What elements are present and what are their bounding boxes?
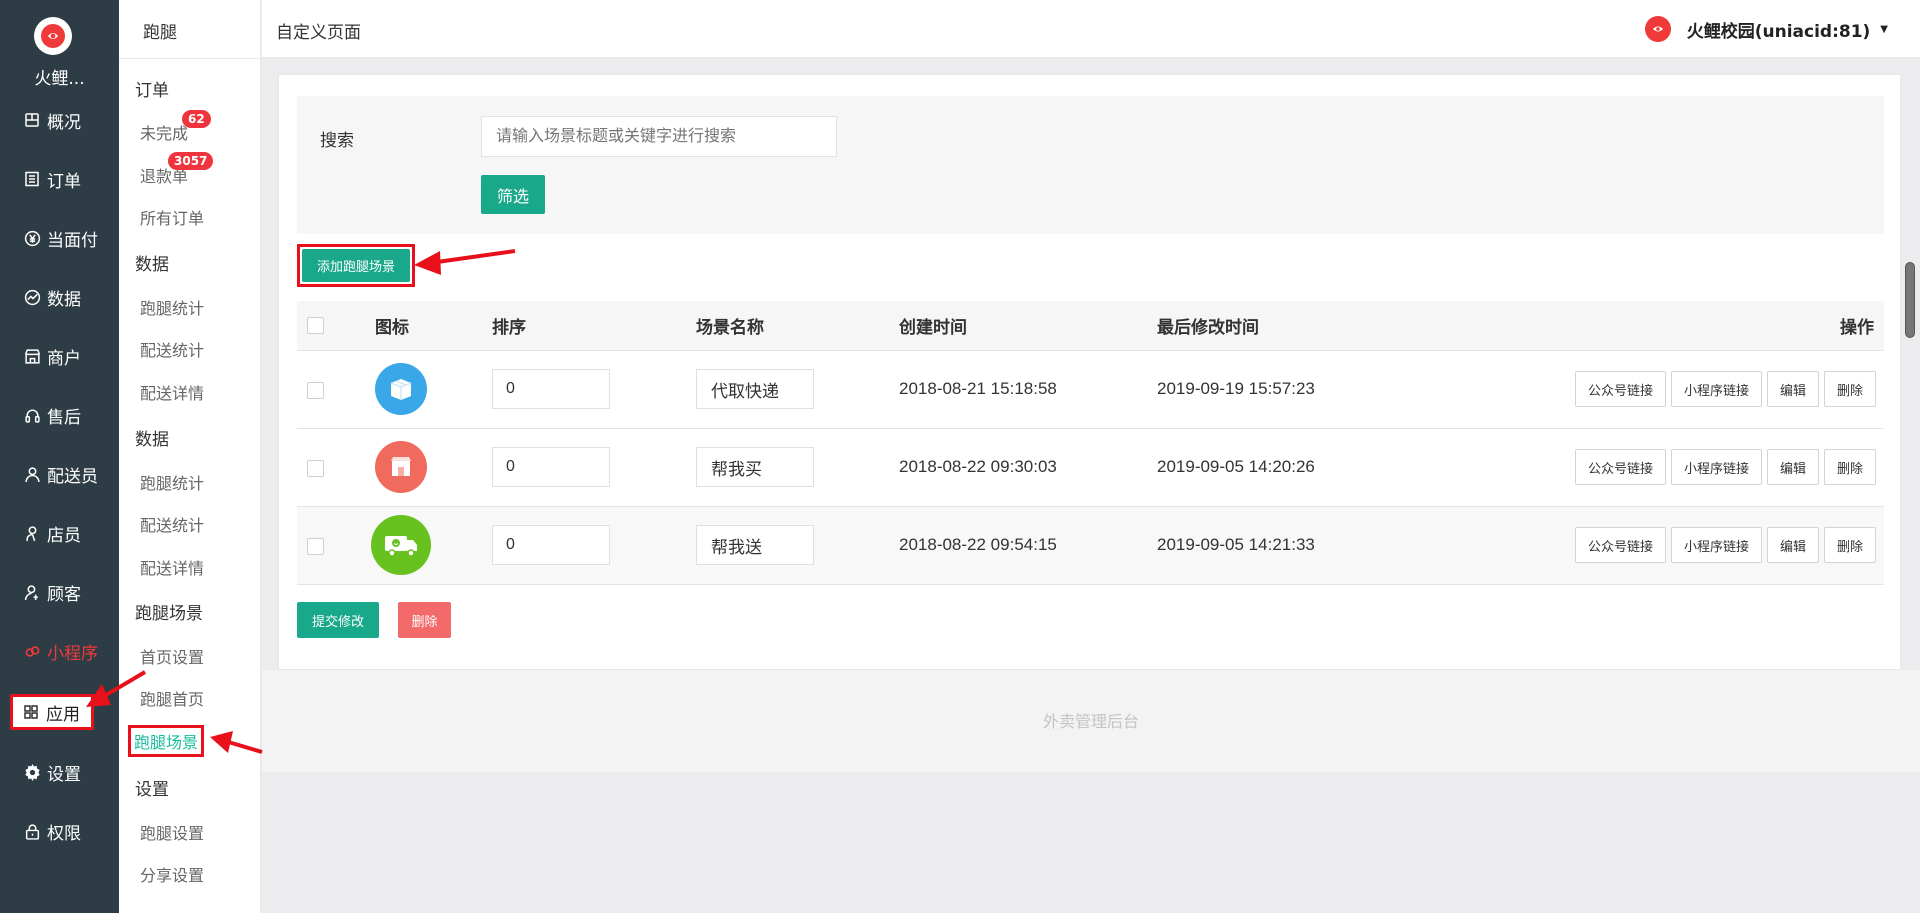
annotation-arrows — [86, 249, 516, 754]
